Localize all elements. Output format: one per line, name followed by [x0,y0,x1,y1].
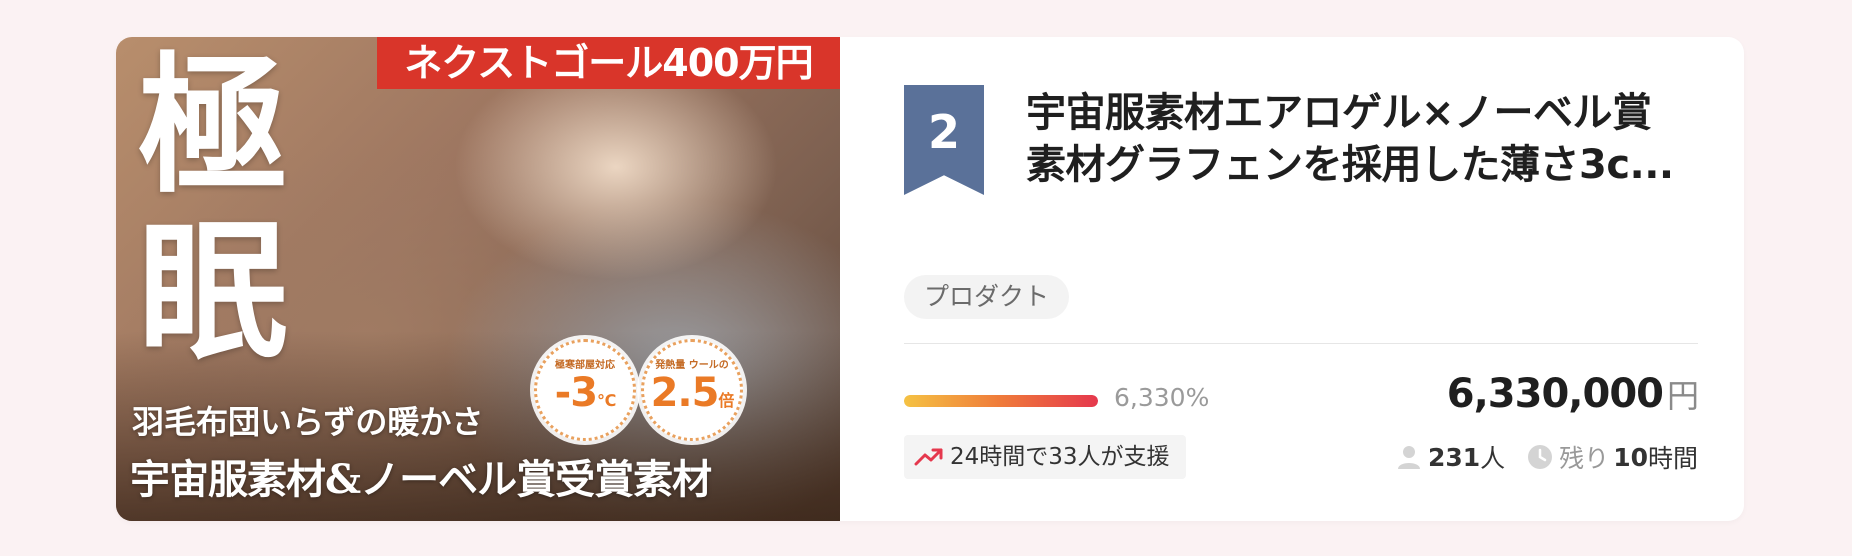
trend-up-icon [914,448,943,466]
category-tag[interactable]: プロダクト [904,275,1070,319]
heat-badge-caption: 発熱量 ウールの [655,360,729,371]
thumbnail-headline: 宇宙服素材&ノーベル賞受賞素材 [130,456,712,503]
person-icon [1397,446,1420,469]
thumbnail-kanji-1: 極 [138,38,289,214]
support-trend: 24時間で33人が支援 [904,435,1186,479]
remaining-value: 10 [1613,442,1648,472]
heat-badge-value: 2.5 [650,370,720,416]
rank-number: 2 [927,105,960,159]
project-card[interactable]: ネクストゴール400万円 極 眠 羽毛布団いらずの暖かさ 宇宙服素材&ノーベル賞… [116,37,1744,521]
funding-percent: 6,330% [1114,383,1210,412]
funding-progress-fill [904,395,1098,407]
temperature-badge-caption: 極寒部屋対応 [555,360,615,371]
trend-text: 24時間で33人が支援 [950,444,1170,470]
funded-amount: 6,330,000 円 [1446,371,1699,417]
project-title-line-1[interactable]: 宇宙服素材エアロゲル×ノーベル賞 [1026,87,1726,139]
divider [904,343,1698,344]
remaining-label: 残り [1559,444,1610,473]
supporter-count: 231 [1427,442,1481,472]
heat-badge: 発熱量 ウールの 2.5倍 [641,339,743,441]
project-info: 2 宇宙服素材エアロゲル×ノーベル賞 素材グラフェンを採用した薄さ3c... プ… [840,37,1744,521]
thumbnail-tagline: 羽毛布団いらずの暖かさ [132,403,484,441]
funded-amount-value: 6,330,000 [1446,371,1664,417]
project-stats: 231 人 残り 10 時間 [1396,435,1698,479]
project-title[interactable]: 宇宙服素材エアロゲル×ノーベル賞 素材グラフェンを採用した薄さ3c... [1026,87,1726,191]
supporter-unit: 人 [1480,444,1506,473]
next-goal-banner: ネクストゴール400万円 [377,37,840,89]
project-thumbnail[interactable]: ネクストゴール400万円 極 眠 羽毛布団いらずの暖かさ 宇宙服素材&ノーベル賞… [116,37,840,521]
remaining-unit: 時間 [1647,444,1698,473]
temperature-badge-value: -3 [554,370,598,416]
thumbnail-kanji-2: 眠 [138,204,289,380]
temperature-badge-unit: ℃ [597,391,616,410]
currency-unit: 円 [1666,377,1699,415]
funding-progress-bar [904,395,1098,407]
clock-icon [1528,445,1553,469]
temperature-badge: 極寒部屋対応 -3℃ [534,339,636,441]
heat-badge-unit: 倍 [718,391,734,410]
rank-ribbon: 2 [904,85,984,195]
project-title-line-2[interactable]: 素材グラフェンを採用した薄さ3c... [1026,139,1726,191]
